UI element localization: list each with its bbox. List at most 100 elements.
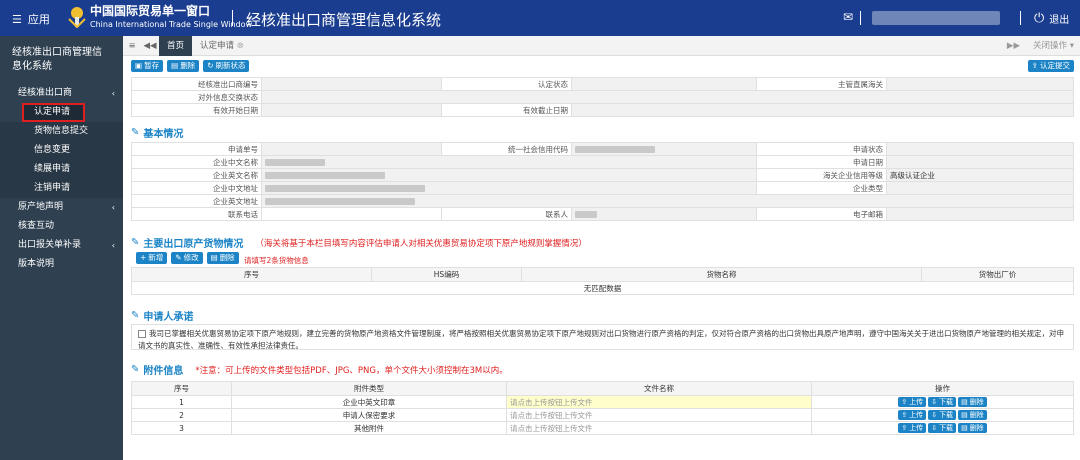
label-approval-status: 认定状态: [441, 77, 572, 91]
value-approval-status: [571, 77, 757, 91]
section-title: 附件信息: [143, 366, 184, 377]
menu-toggle-icon[interactable]: ≡: [123, 41, 141, 51]
button-label: 修改: [183, 253, 199, 262]
label-credit-code: 统一社会信用代码: [441, 142, 572, 156]
upload-button[interactable]: ⇪ 上传: [898, 423, 927, 433]
button-label: 删除: [219, 253, 235, 262]
sidebar-item-label: 认定申请: [34, 107, 71, 117]
button-label: 上传: [909, 398, 924, 406]
edit-icon: ✎: [131, 310, 140, 321]
upload-button[interactable]: ⇪ 上传: [898, 410, 927, 420]
file-name: 请点击上传按钮上传文件: [506, 408, 812, 422]
tab-apply[interactable]: 认定申请 ⊗: [192, 36, 252, 56]
system-title: 经核准出口商管理信息化系统: [246, 11, 442, 29]
value-credit-level: 高级认证企业: [886, 168, 1074, 182]
edit-icon: ✎: [175, 253, 182, 262]
button-label: 删除: [969, 424, 984, 432]
column-header: 文件名称: [506, 381, 812, 396]
attachment-type: 企业中英文印章: [231, 395, 507, 409]
trash-icon: ▤: [961, 411, 968, 419]
section-basic: ✎ 基本情况: [131, 125, 183, 140]
delete-button[interactable]: ▤ 删除: [167, 60, 200, 72]
column-header: 操作: [811, 381, 1074, 396]
download-button[interactable]: ⇩ 下载: [928, 423, 957, 433]
section-pledge: ✎ 申请人承诺: [131, 308, 193, 323]
sidebar-item-origin-declaration[interactable]: 原产地声明 ‹: [0, 198, 123, 217]
pledge-checkbox[interactable]: [138, 330, 146, 338]
delete-goods-button[interactable]: ▤ 删除: [206, 252, 239, 264]
app-menu-button[interactable]: ☰ 应用: [12, 11, 50, 27]
sidebar-item-goods-submit[interactable]: 货物信息提交: [0, 122, 123, 141]
download-icon: ⇩: [931, 398, 938, 406]
logout-button[interactable]: ⏻ 退出: [1034, 11, 1069, 26]
brand-en: China International Trade Single Window: [90, 20, 253, 29]
sidebar-item-info-change[interactable]: 信息变更: [0, 141, 123, 160]
tab-label: 认定申请: [200, 40, 235, 51]
close-icon[interactable]: ⊗: [237, 41, 244, 51]
button-label: 删除: [969, 411, 984, 419]
download-button[interactable]: ⇩ 下载: [928, 410, 957, 420]
save-icon: ▣: [135, 61, 143, 70]
sidebar-item-export-declaration[interactable]: 出口报关单补录 ‹: [0, 236, 123, 255]
app-menu-label: 应用: [27, 13, 50, 26]
edit-goods-button[interactable]: ✎ 修改: [171, 252, 203, 264]
scroll-left-icon[interactable]: ◀◀: [141, 41, 159, 51]
value-cn-name: [261, 155, 757, 169]
sidebar-item-approved-exporter[interactable]: 经核准出口商 ‹: [0, 84, 123, 103]
row-actions: ⇪ 上传 ⇩ 下载 ▤ 删除: [811, 408, 1074, 422]
submit-confirm-button[interactable]: ⇪ 认定提交: [1027, 60, 1074, 72]
sidebar-item-label: 货物信息提交: [34, 126, 89, 136]
label-start-date: 有效开始日期: [131, 103, 262, 117]
logout-label: 退出: [1049, 15, 1070, 26]
column-header: 附件类型: [231, 381, 507, 396]
close-ops-menu[interactable]: 关闭操作 ▾: [1033, 36, 1074, 56]
section-title: 主要出口原产货物情况: [143, 239, 244, 250]
row-actions: ⇪ 上传 ⇩ 下载 ▤ 删除: [811, 421, 1074, 435]
column-header: 序号: [131, 381, 232, 396]
plus-icon: +: [140, 253, 147, 262]
attachments-table: 序号 附件类型 文件名称 操作 1 企业中英文印章 请点击上传按钮上传文件 ⇪ 上…: [131, 381, 1074, 435]
sidebar-item-label: 版本说明: [18, 259, 55, 269]
sidebar-item-version[interactable]: 版本说明: [0, 255, 123, 274]
add-goods-button[interactable]: + 新增: [136, 252, 168, 264]
sidebar-item-renewal[interactable]: 续展申请: [0, 160, 123, 179]
upload-button[interactable]: ⇪ 上传: [898, 397, 927, 407]
sidebar-item-cancel[interactable]: 注销申请: [0, 179, 123, 198]
edit-icon: ✎: [131, 127, 140, 138]
row-number: 2: [131, 408, 232, 422]
delete-file-button[interactable]: ▤ 删除: [958, 397, 987, 407]
attachment-type: 申请人保密要求: [231, 408, 507, 422]
refresh-status-button[interactable]: ↻ 刷新状态: [203, 60, 250, 72]
label-cn-name: 企业中文名称: [131, 155, 262, 169]
trash-icon: ▤: [961, 398, 968, 406]
mail-icon[interactable]: ✉: [843, 10, 853, 24]
label-credit-level: 海关企业信用等级: [756, 168, 887, 182]
edit-icon: ✎: [131, 364, 140, 375]
save-draft-button[interactable]: ▣ 暂存: [131, 60, 164, 72]
button-label: 删除: [180, 61, 196, 70]
label-email: 电子邮箱: [756, 207, 887, 221]
label-exporter-no: 经核准出口商编号: [131, 77, 262, 91]
sidebar-item-verification[interactable]: 核查互动: [0, 217, 123, 236]
scroll-right-icon[interactable]: ▶▶: [1007, 36, 1020, 56]
file-name: 请点击上传按钮上传文件: [506, 421, 812, 435]
row-actions: ⇪ 上传 ⇩ 下载 ▤ 删除: [811, 395, 1074, 409]
value-cn-address: [261, 181, 757, 195]
button-label: 暂存: [144, 61, 160, 70]
button-label: 刷新状态: [215, 61, 246, 70]
section-warning: （海关将基于本栏目填写内容评估申请人对相关优惠贸易协定项下原产地规则掌握情况）: [255, 238, 587, 249]
title-divider: [232, 10, 233, 26]
download-button[interactable]: ⇩ 下载: [928, 397, 957, 407]
delete-file-button[interactable]: ▤ 删除: [958, 410, 987, 420]
tab-home[interactable]: 首页: [159, 35, 193, 56]
delete-file-button[interactable]: ▤ 删除: [958, 423, 987, 433]
sidebar-item-apply[interactable]: 认定申请: [22, 103, 85, 122]
value-email: [886, 207, 1074, 221]
close-ops-label: 关闭操作: [1033, 41, 1068, 51]
value-start-date: [261, 103, 442, 117]
brand-cn: 中国国际贸易单一窗口: [90, 4, 211, 18]
file-name: 请点击上传按钮上传文件: [506, 395, 812, 409]
label-exchange-status: 对外信息交换状态: [131, 90, 262, 104]
sidebar-item-label: 核查互动: [18, 221, 55, 231]
pledge-box: 我司已掌握相关优惠贸易协定项下原产地规则，建立完善的货物原产地资格文件管理制度，…: [131, 324, 1074, 350]
